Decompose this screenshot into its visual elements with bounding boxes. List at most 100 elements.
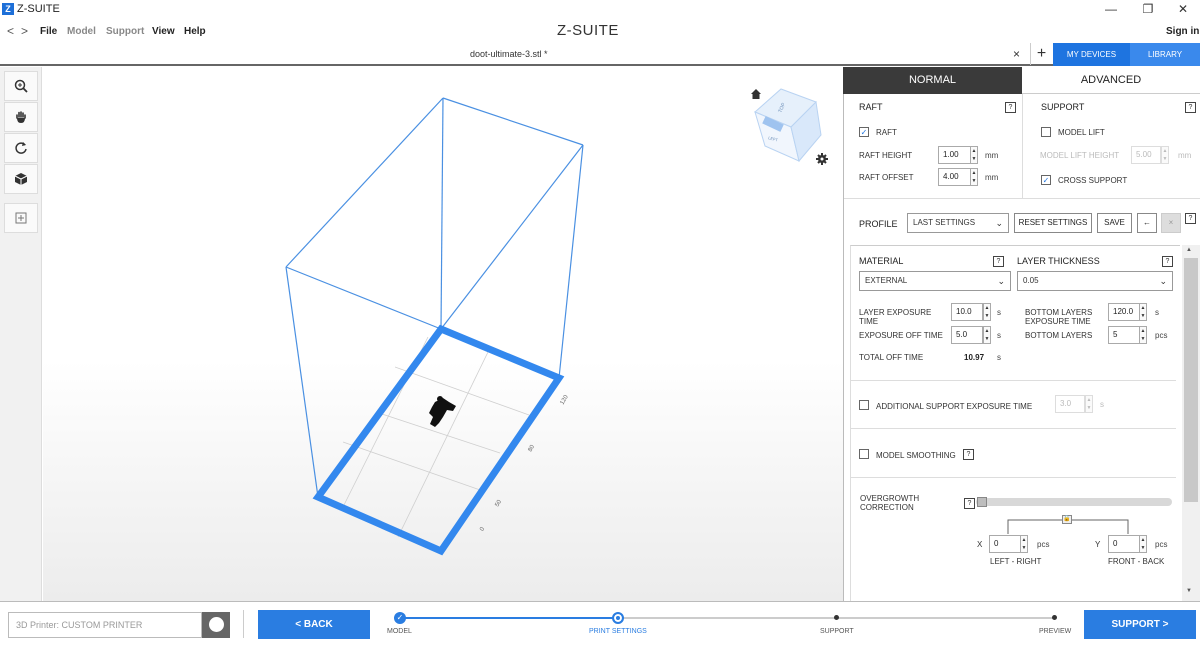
file-tab[interactable]: doot-ultimate-3.stl * (470, 49, 548, 59)
step-print-settings-label[interactable]: PRINT SETTINGS (589, 628, 647, 635)
layer-exposure-unit: s (997, 308, 1001, 317)
layer-exposure-label: LAYER EXPOSURE TIME (859, 308, 932, 326)
raft-help-icon[interactable]: ? (1005, 102, 1016, 113)
raft-offset-stepper[interactable]: ▲ ▼ (970, 168, 978, 186)
sign-in-link[interactable]: Sign in (1166, 26, 1199, 37)
step-preview-label[interactable]: PREVIEW (1039, 628, 1071, 635)
add-tab-button[interactable]: + (1030, 43, 1052, 65)
library-button[interactable]: LIBRARY (1130, 43, 1200, 66)
profile-label: PROFILE (859, 219, 898, 229)
close-tab-icon[interactable]: × (1013, 47, 1020, 61)
scale-label: 120 (560, 394, 571, 406)
zoom-icon[interactable] (4, 71, 38, 101)
bottom-layers-stepper[interactable]: ▲ ▼ (1139, 326, 1147, 344)
raft-checkbox[interactable]: ✓ (859, 127, 869, 137)
my-devices-button[interactable]: MY DEVICES (1053, 43, 1130, 66)
app-logo-icon: Z (2, 3, 14, 15)
chevron-down-icon: ⌄ (997, 276, 1005, 286)
y-stepper[interactable]: ▲ ▼ (1139, 535, 1147, 553)
model-silhouette[interactable] (429, 396, 456, 427)
y-label: Y (1095, 540, 1101, 549)
gear-icon[interactable] (816, 153, 828, 165)
scroll-up-icon[interactable]: ▲ (1186, 247, 1192, 253)
additional-support-input[interactable]: 3.0 (1055, 395, 1085, 413)
cube-icon[interactable] (4, 164, 38, 194)
layer-thickness-select[interactable]: 0.05 ⌄ (1017, 271, 1173, 291)
model-smoothing-checkbox[interactable] (859, 449, 869, 459)
step-preview-dot[interactable] (1052, 615, 1057, 620)
menu-support[interactable]: Support (106, 26, 144, 37)
step-support-label[interactable]: SUPPORT (820, 628, 854, 635)
profile-help-icon[interactable]: ? (1185, 213, 1196, 224)
raft-offset-input[interactable]: 4.00 (938, 168, 972, 186)
menu-file[interactable]: File (40, 26, 57, 37)
additional-support-label: ADDITIONAL SUPPORT EXPOSURE TIME (876, 402, 1033, 411)
menu-view[interactable]: View (152, 26, 175, 37)
material-help-icon[interactable]: ? (993, 256, 1004, 267)
divider (851, 477, 1176, 478)
add-view-icon[interactable] (4, 203, 38, 233)
home-icon[interactable] (751, 89, 761, 99)
overgrowth-slider-handle[interactable] (977, 497, 987, 507)
menu-model[interactable]: Model (67, 26, 96, 37)
support-help-icon[interactable]: ? (1185, 102, 1196, 113)
layer-exposure-input[interactable]: 10.0 (951, 303, 983, 321)
minimize-button[interactable]: — (1096, 1, 1126, 18)
printer-icon (209, 617, 224, 632)
nav-forward-icon[interactable]: > (21, 24, 28, 38)
bottom-exposure-label: BOTTOM LAYERS EXPOSURE TIME (1025, 308, 1093, 326)
exposure-off-stepper[interactable]: ▲ ▼ (983, 326, 991, 344)
lift-height-input[interactable]: 5.00 (1131, 146, 1161, 164)
divider (851, 428, 1176, 429)
undo-icon[interactable]: ← (1137, 213, 1157, 233)
bottom-layers-unit: pcs (1155, 331, 1168, 340)
step-model-done-icon[interactable]: ✓ (394, 612, 406, 624)
delete-profile-icon[interactable]: × (1161, 213, 1181, 233)
lock-icon[interactable]: 🔒 (1062, 515, 1072, 524)
model-lift-checkbox[interactable] (1041, 127, 1051, 137)
hand-icon[interactable] (4, 102, 38, 132)
cross-support-checkbox[interactable]: ✓ (1041, 175, 1051, 185)
printer-selector-field[interactable]: 3D Printer: CUSTOM PRINTER (8, 612, 202, 638)
bottom-exposure-stepper[interactable]: ▲ ▼ (1139, 303, 1147, 321)
save-profile-button[interactable]: SAVE (1097, 213, 1132, 233)
step-print-settings-current-icon[interactable] (612, 612, 624, 624)
exposure-off-input[interactable]: 5.0 (951, 326, 983, 344)
next-support-button[interactable]: SUPPORT > (1084, 610, 1196, 639)
nav-back-icon[interactable]: < (7, 24, 14, 38)
overgrowth-slider[interactable] (976, 498, 1172, 506)
y-input[interactable]: 0 (1108, 535, 1140, 553)
raft-height-stepper[interactable]: ▲ ▼ (970, 146, 978, 164)
model-lift-label: MODEL LIFT (1058, 128, 1105, 137)
maximize-button[interactable]: ❐ (1133, 1, 1163, 18)
reset-settings-button[interactable]: RESET SETTINGS (1014, 213, 1092, 233)
profile-select[interactable]: LAST SETTINGS ⌄ (907, 213, 1009, 233)
raft-height-input[interactable]: 1.00 (938, 146, 972, 164)
tab-normal[interactable]: NORMAL (843, 67, 1022, 94)
layer-exposure-stepper[interactable]: ▲ ▼ (983, 303, 991, 321)
additional-support-stepper[interactable]: ▲ ▼ (1085, 395, 1093, 413)
x-input[interactable]: 0 (989, 535, 1021, 553)
bottom-exposure-input[interactable]: 120.0 (1108, 303, 1140, 321)
rotate-icon[interactable] (4, 133, 38, 163)
model-smoothing-label: MODEL SMOOTHING (876, 451, 956, 460)
step-model-label[interactable]: MODEL (387, 628, 412, 635)
model-smoothing-help-icon[interactable]: ? (963, 449, 974, 460)
tab-advanced[interactable]: ADVANCED (1022, 67, 1200, 94)
additional-support-checkbox[interactable] (859, 400, 869, 410)
layer-thickness-help-icon[interactable]: ? (1162, 256, 1173, 267)
lift-height-stepper[interactable]: ▲ ▼ (1161, 146, 1169, 164)
menu-help[interactable]: Help (184, 26, 206, 37)
bottom-layers-input[interactable]: 5 (1108, 326, 1140, 344)
back-button[interactable]: < BACK (258, 610, 370, 639)
step-support-dot[interactable] (834, 615, 839, 620)
material-select[interactable]: EXTERNAL ⌄ (859, 271, 1011, 291)
scroll-down-icon[interactable]: ▼ (1186, 588, 1192, 594)
scrollbar-thumb[interactable] (1184, 258, 1198, 502)
y-unit: pcs (1155, 540, 1168, 549)
x-stepper[interactable]: ▲ ▼ (1020, 535, 1028, 553)
view-cube[interactable]: TOP LEFT (754, 88, 822, 163)
overgrowth-help-icon[interactable]: ? (964, 498, 975, 509)
close-window-button[interactable]: ✕ (1168, 1, 1198, 18)
total-off-unit: s (997, 353, 1001, 362)
